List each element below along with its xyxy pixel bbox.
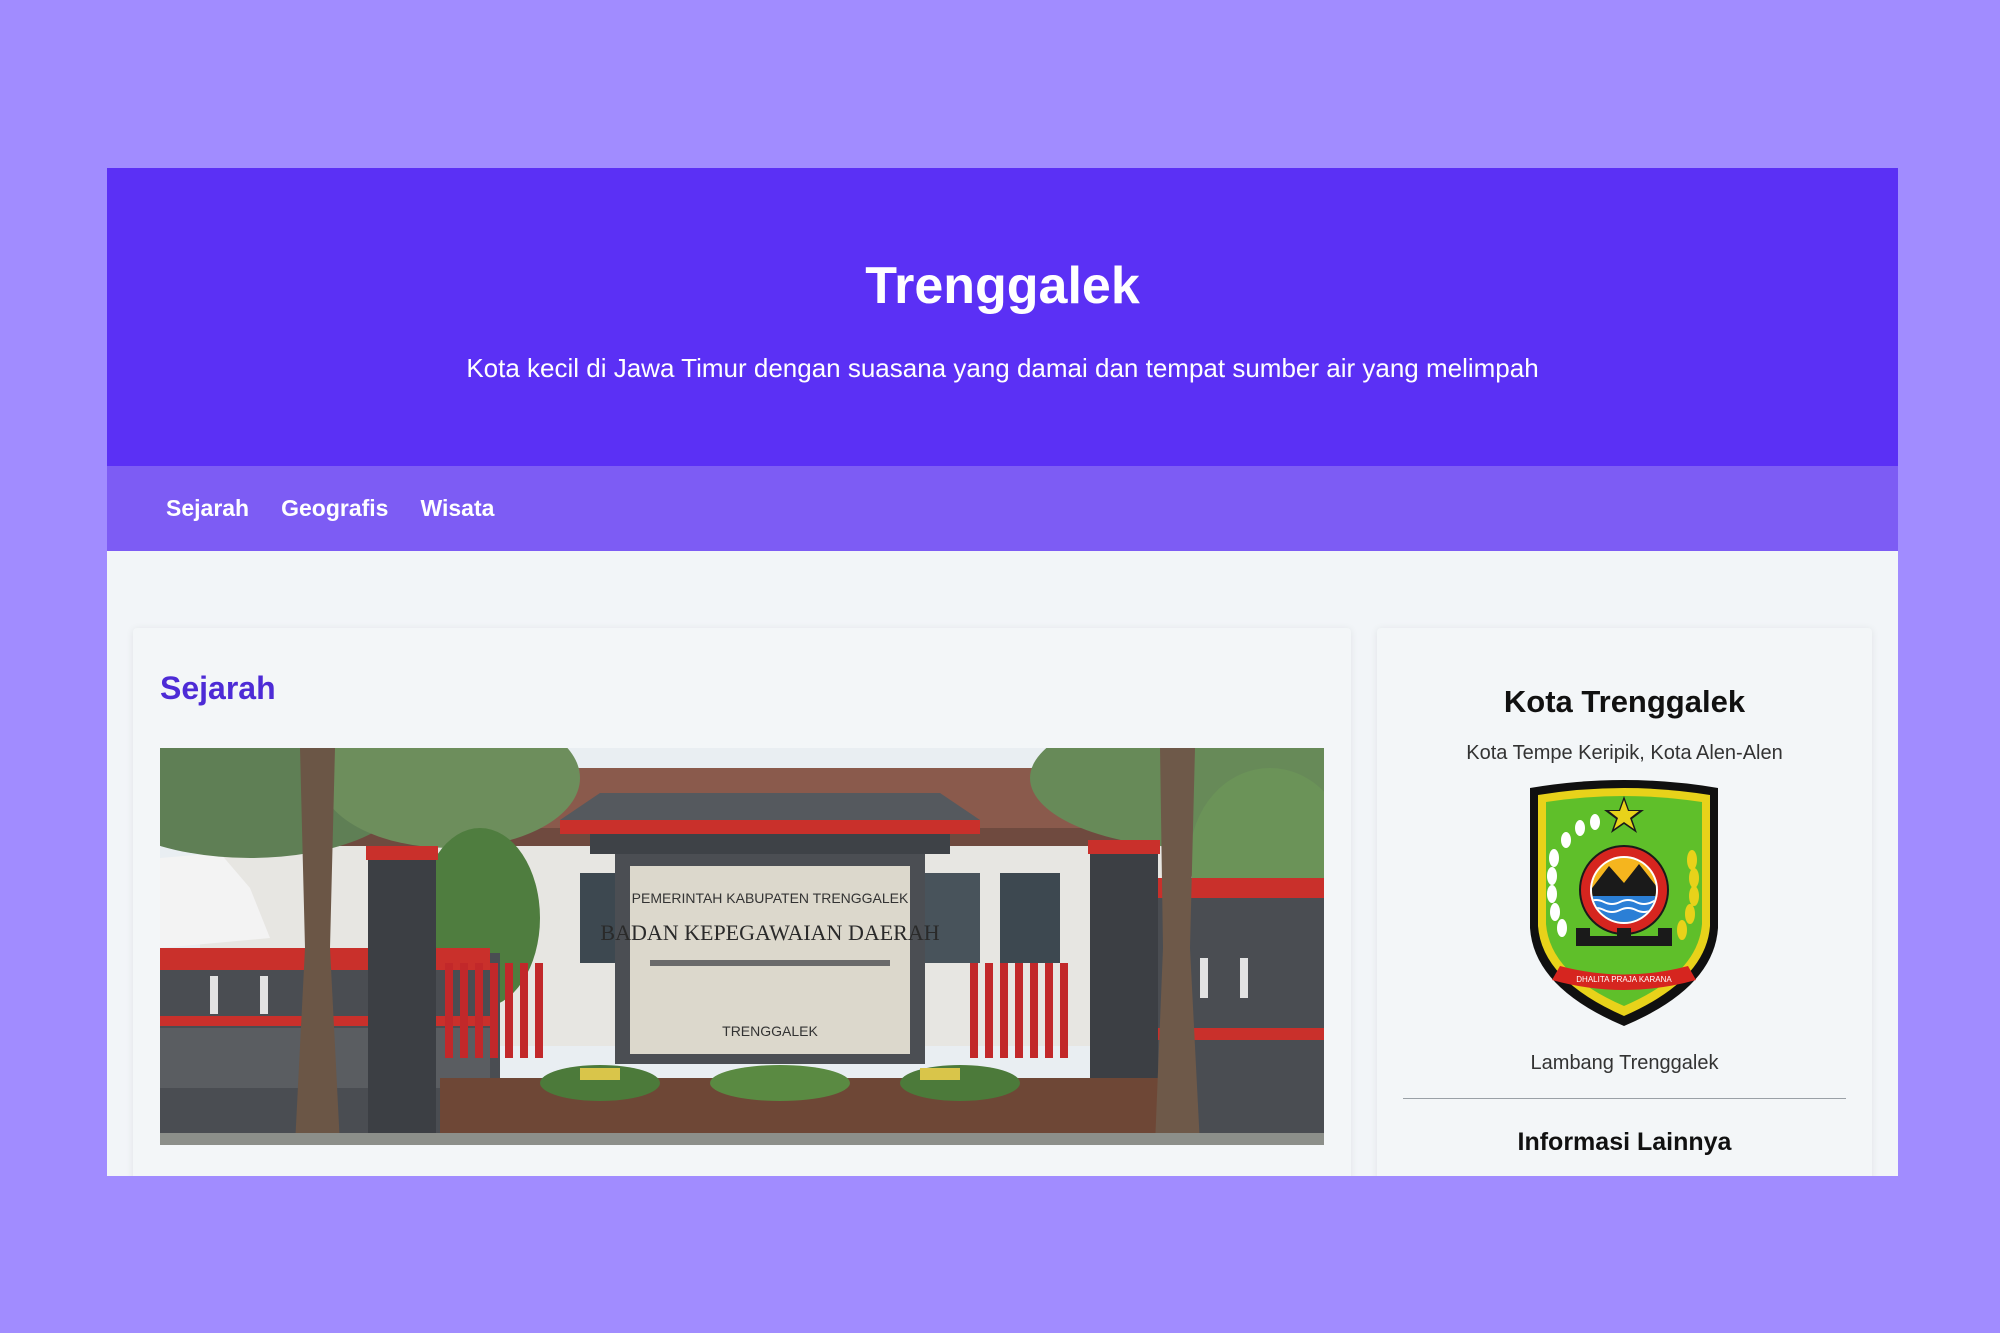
emblem-caption: Lambang Trenggalek	[1530, 1052, 1719, 1074]
divider	[1403, 1098, 1846, 1099]
main-nav: Sejarah Geografis Wisata	[107, 466, 1898, 551]
sign-line-2: BADAN KEPEGAWAIAN DAERAH	[600, 920, 939, 945]
site-title: Trenggalek	[865, 257, 1140, 315]
trenggalek-emblem-icon: DHALITA PRAJA KARANA	[1530, 780, 1718, 1026]
office-building-image: PEMERINTAH KABUPATEN TRENGGALEK BADAN KE…	[160, 748, 1324, 1145]
sign-line-1: PEMERINTAH KABUPATEN TRENGGALEK	[632, 890, 909, 906]
sign-line-4: TRENGGALEK	[722, 1023, 818, 1039]
nav-link-sejarah[interactable]: Sejarah	[166, 495, 249, 522]
more-info-heading: Informasi Lainnya	[1517, 1128, 1732, 1156]
site-subtitle: Kota kecil di Jawa Timur dengan suasana …	[466, 353, 1539, 383]
city-title: Kota Trenggalek	[1503, 684, 1746, 719]
nav-link-wisata[interactable]: Wisata	[420, 495, 494, 522]
page-frame: Trenggalek Kota kecil di Jawa Timur deng…	[107, 168, 1898, 1176]
city-tagline: Kota Tempe Keripik, Kota Alen-Alen	[1466, 742, 1783, 764]
section-title: Sejarah	[160, 670, 276, 706]
site-header: Trenggalek Kota kecil di Jawa Timur deng…	[107, 168, 1898, 466]
city-info-card: Kota Trenggalek Kota Tempe Keripik, Kota…	[1377, 628, 1872, 1176]
emblem-ribbon-text: DHALITA PRAJA KARANA	[1576, 975, 1672, 984]
nav-link-geografis[interactable]: Geografis	[281, 495, 388, 522]
sejarah-photo: PEMERINTAH KABUPATEN TRENGGALEK BADAN KE…	[160, 748, 1324, 1145]
sejarah-card: Sejarah PEMERINTAH KABUPATEN TRENGGALEK …	[133, 628, 1351, 1176]
